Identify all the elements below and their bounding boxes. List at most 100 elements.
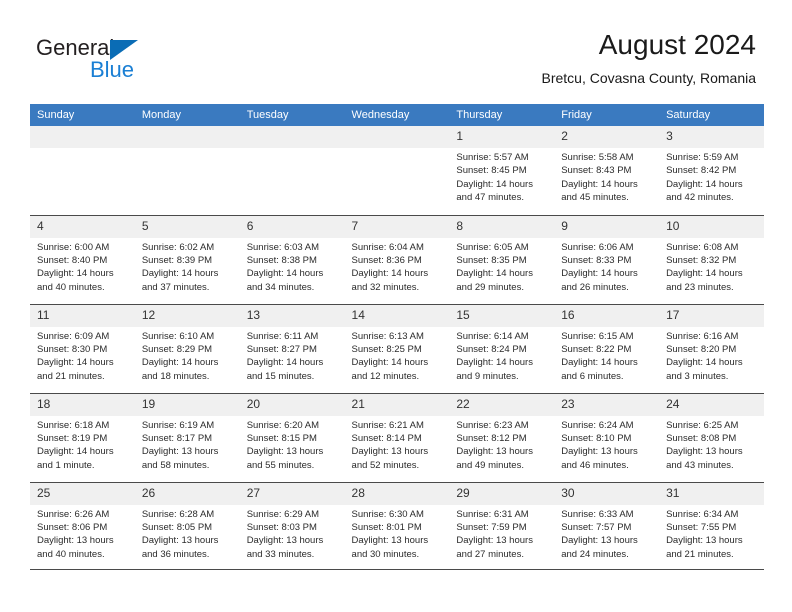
day-number: 21: [344, 393, 450, 416]
calendar-cell-day-31[interactable]: 31 Sunrise: 6:34 AM Sunset: 7:55 PM Dayligh…: [659, 481, 764, 571]
day-detail-line: Sunset: 8:06 PM: [37, 521, 108, 533]
calendar-cell-day-18[interactable]: 18 Sunrise: 6:18 AM Sunset: 8:19 PM Dayligh…: [30, 392, 135, 482]
day-details: Sunrise: 6:28 AM Sunset: 8:05 PM Daylight:…: [135, 505, 240, 562]
calendar-cell-day-16[interactable]: 16 Sunrise: 6:15 AM Sunset: 8:22 PM Dayligh…: [554, 303, 660, 393]
day-details: [240, 148, 345, 151]
calendar-cell-day-13[interactable]: 13 Sunrise: 6:11 AM Sunset: 8:27 PM Dayligh…: [239, 303, 345, 393]
day-details: Sunrise: 6:26 AM Sunset: 8:06 PM Daylight:…: [30, 505, 135, 562]
calendar-week-row: 1 Sunrise: 5:57 AM Sunset: 8:45 PM Daylight…: [30, 126, 764, 215]
day-detail-line: Sunrise: 6:16 AM: [666, 330, 739, 342]
day-detail-line: and 37 minutes.: [141, 281, 210, 293]
calendar-cell-day-26[interactable]: 26 Sunrise: 6:28 AM Sunset: 8:05 PM Dayligh…: [134, 481, 240, 571]
day-details: Sunrise: 6:04 AM Sunset: 8:36 PM Daylight:…: [345, 238, 450, 295]
calendar-cell-day-15[interactable]: 15 Sunrise: 6:14 AM Sunset: 8:24 PM Dayligh…: [449, 303, 555, 393]
calendar-cell-day-20[interactable]: 20 Sunrise: 6:20 AM Sunset: 8:15 PM Dayligh…: [239, 392, 345, 482]
day-detail-line: and 46 minutes.: [561, 459, 629, 471]
calendar-cell-day-19[interactable]: 19 Sunrise: 6:19 AM Sunset: 8:17 PM Dayligh…: [134, 392, 240, 482]
day-details: Sunrise: 6:29 AM Sunset: 8:03 PM Daylight:…: [240, 505, 345, 562]
calendar-week-row: 4 Sunrise: 6:00 AM Sunset: 8:40 PM Daylight…: [30, 214, 764, 304]
day-detail-line: Sunrise: 6:09 AM: [37, 330, 110, 342]
calendar-cell-day-7[interactable]: 7 Sunrise: 6:04 AM Sunset: 8:36 PM Daylight…: [344, 214, 450, 304]
day-details: Sunrise: 6:05 AM Sunset: 8:35 PM Daylight:…: [449, 238, 554, 295]
day-detail-line: Sunrise: 5:58 AM: [561, 152, 634, 163]
calendar-cell-day-10[interactable]: 10 Sunrise: 6:08 AM Sunset: 8:32 PM Dayligh…: [659, 214, 764, 304]
day-detail-line: Sunrise: 5:59 AM: [666, 152, 739, 163]
day-number: 9: [554, 215, 660, 238]
day-number: 11: [30, 304, 135, 327]
day-detail-line: Sunrise: 6:29 AM: [246, 508, 320, 520]
calendar-cell-day-28[interactable]: 28 Sunrise: 6:30 AM Sunset: 8:01 PM Dayligh…: [344, 481, 450, 571]
day-number: 31: [659, 482, 764, 505]
calendar-grid: Sunday Monday Tuesday Wednesday Thursday Frid…: [30, 104, 764, 571]
calendar-cell-day-8[interactable]: 8 Sunrise: 6:05 AM Sunset: 8:35 PM Daylight…: [449, 214, 555, 304]
calendar-cell-day-9[interactable]: 9 Sunrise: 6:06 AM Sunset: 8:33 PM Daylight…: [554, 214, 660, 304]
calendar-cell-empty: [30, 126, 135, 215]
day-detail-line: and 32 minutes.: [351, 281, 420, 293]
calendar-cell-day-23[interactable]: 23 Sunrise: 6:24 AM Sunset: 8:10 PM Dayligh…: [554, 392, 660, 482]
calendar-cell-day-27[interactable]: 27 Sunrise: 6:29 AM Sunset: 8:03 PM Dayligh…: [239, 481, 345, 571]
day-details: Sunrise: 6:14 AM Sunset: 8:24 PM Daylight:…: [449, 327, 554, 384]
day-details: [345, 148, 450, 151]
day-details: Sunrise: 6:21 AM Sunset: 8:14 PM Daylight:…: [345, 416, 450, 473]
calendar-cell-day-3[interactable]: 3 Sunrise: 5:59 AM Sunset: 8:42 PM Daylight…: [659, 126, 764, 215]
day-detail-line: Sunrise: 6:06 AM: [561, 241, 634, 253]
day-detail-line: and 43 minutes.: [666, 459, 734, 471]
calendar-cell-day-2[interactable]: 2 Sunrise: 5:58 AM Sunset: 8:43 PM Daylight…: [554, 126, 660, 215]
day-detail-line: Daylight: 14 hours: [666, 178, 743, 190]
day-number: 22: [449, 393, 555, 416]
day-detail-line: Sunset: 8:22 PM: [561, 343, 632, 355]
day-detail-line: and 24 minutes.: [561, 548, 629, 560]
calendar-week-row: 18 Sunrise: 6:18 AM Sunset: 8:19 PM Dayligh…: [30, 392, 764, 482]
brand-logo[interactable]: General Blue: [36, 36, 236, 86]
day-number: 26: [134, 482, 240, 505]
calendar-cell-day-11[interactable]: 11 Sunrise: 6:09 AM Sunset: 8:30 PM Dayligh…: [30, 303, 135, 393]
day-detail-line: and 29 minutes.: [456, 281, 524, 293]
day-details: Sunrise: 5:58 AM Sunset: 8:43 PM Daylight:…: [554, 148, 659, 205]
calendar-cell-day-29[interactable]: 29 Sunrise: 6:31 AM Sunset: 7:59 PM Dayligh…: [449, 481, 555, 571]
day-number: 13: [239, 304, 345, 327]
day-detail-line: Daylight: 14 hours: [456, 178, 533, 190]
calendar-head: Sunday Monday Tuesday Wednesday Thursday Frid…: [30, 104, 764, 126]
day-detail-line: Sunset: 8:36 PM: [351, 254, 422, 266]
day-details: Sunrise: 6:20 AM Sunset: 8:15 PM Daylight:…: [240, 416, 345, 473]
day-detail-line: Sunrise: 6:11 AM: [246, 330, 319, 342]
day-number: 7: [344, 215, 450, 238]
day-details: [135, 148, 240, 151]
calendar-cell-day-5[interactable]: 5 Sunrise: 6:02 AM Sunset: 8:39 PM Daylight…: [134, 214, 240, 304]
calendar-cell-day-25[interactable]: 25 Sunrise: 6:26 AM Sunset: 8:06 PM Dayligh…: [30, 481, 135, 571]
calendar-cell-day-6[interactable]: 6 Sunrise: 6:03 AM Sunset: 8:38 PM Daylight…: [239, 214, 345, 304]
day-number: 23: [554, 393, 660, 416]
calendar-cell-day-22[interactable]: 22 Sunrise: 6:23 AM Sunset: 8:12 PM Dayligh…: [449, 392, 555, 482]
day-number: [344, 126, 450, 148]
day-detail-line: and 23 minutes.: [666, 281, 734, 293]
day-number: 24: [659, 393, 764, 416]
day-detail-line: Daylight: 13 hours: [666, 535, 743, 547]
day-detail-line: Sunrise: 6:26 AM: [37, 508, 110, 520]
day-detail-line: and 49 minutes.: [456, 459, 524, 471]
calendar-cell-day-12[interactable]: 12 Sunrise: 6:10 AM Sunset: 8:29 PM Dayligh…: [134, 303, 240, 393]
day-detail-line: Sunset: 8:20 PM: [666, 343, 737, 355]
calendar-cell-day-1[interactable]: 1 Sunrise: 5:57 AM Sunset: 8:45 PM Daylight…: [449, 126, 555, 215]
day-details: Sunrise: 6:00 AM Sunset: 8:40 PM Daylight:…: [30, 238, 135, 295]
calendar-cell-day-24[interactable]: 24 Sunrise: 6:25 AM Sunset: 8:08 PM Dayligh…: [659, 392, 764, 482]
day-details: Sunrise: 6:24 AM Sunset: 8:10 PM Daylight:…: [554, 416, 659, 473]
calendar-cell-day-21[interactable]: 21 Sunrise: 6:21 AM Sunset: 8:14 PM Dayligh…: [344, 392, 450, 482]
day-detail-line: Sunset: 8:30 PM: [37, 343, 108, 355]
calendar-cell-day-14[interactable]: 14 Sunrise: 6:13 AM Sunset: 8:25 PM Dayligh…: [344, 303, 450, 393]
day-detail-line: Daylight: 14 hours: [456, 268, 533, 280]
day-number: 29: [449, 482, 555, 505]
page-title: August 2024: [598, 29, 756, 60]
calendar-cell-day-4[interactable]: 4 Sunrise: 6:00 AM Sunset: 8:40 PM Daylight…: [30, 214, 135, 304]
calendar-cell-day-30[interactable]: 30 Sunrise: 6:33 AM Sunset: 7:57 PM Dayligh…: [554, 481, 660, 571]
day-detail-line: Sunrise: 6:08 AM: [666, 241, 739, 253]
day-number: 4: [30, 215, 135, 238]
weekday-header-saturday: Saturday: [659, 104, 764, 126]
day-detail-line: Daylight: 14 hours: [246, 357, 324, 369]
day-detail-line: Daylight: 14 hours: [561, 268, 638, 280]
day-detail-line: Daylight: 14 hours: [351, 357, 429, 369]
day-detail-line: and 27 minutes.: [456, 548, 524, 560]
day-detail-line: Sunrise: 6:33 AM: [561, 508, 634, 520]
day-number: 12: [134, 304, 240, 327]
day-number: 28: [344, 482, 450, 505]
calendar-cell-day-17[interactable]: 17 Sunrise: 6:16 AM Sunset: 8:20 PM Dayligh…: [659, 303, 764, 393]
